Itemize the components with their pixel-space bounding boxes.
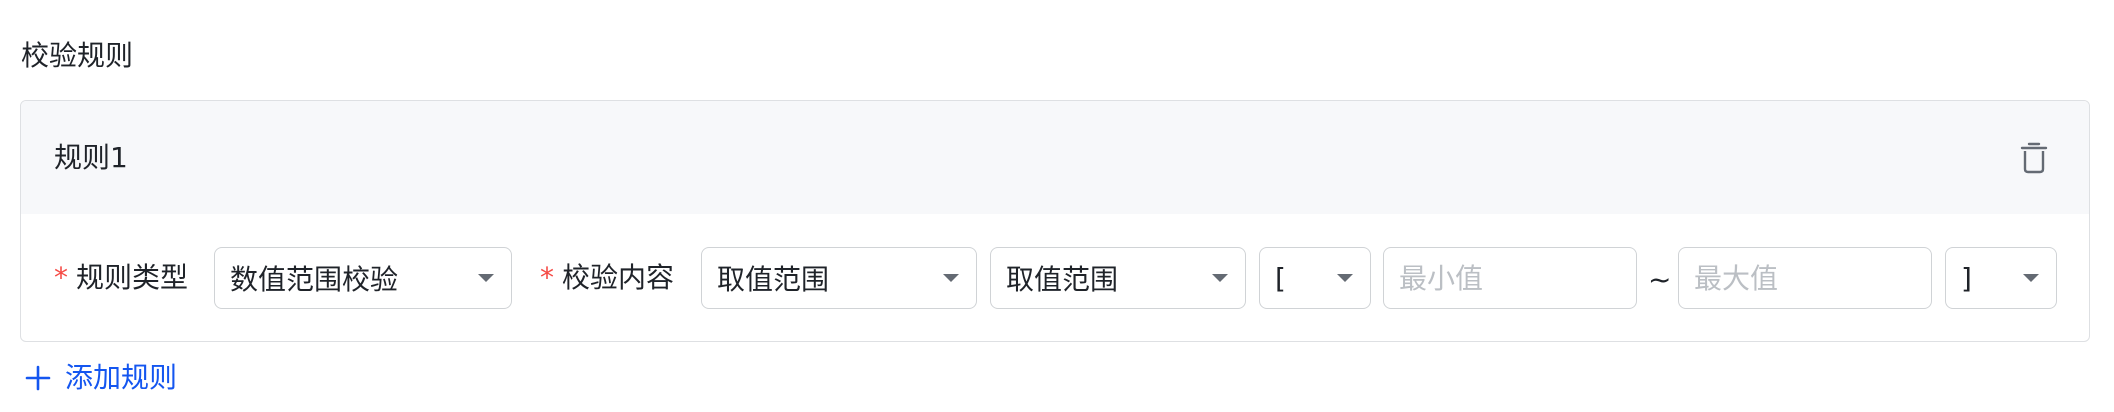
rule-type-value: 数值范围校验: [230, 263, 399, 296]
required-marker: *: [540, 261, 554, 294]
trash-icon: [2020, 142, 2048, 174]
min-value-input[interactable]: [1399, 261, 1636, 295]
rule-header: 规则1: [21, 101, 2089, 214]
caret-down-icon: [1337, 274, 1353, 282]
rule-form-row: *规则类型 数值范围校验 *校验内容 取值范围 取值范围 [ ~ ]: [21, 214, 2089, 341]
right-bracket-value: ]: [1961, 261, 1972, 295]
max-value-input[interactable]: [1694, 261, 1931, 295]
add-rule-label: 添加规则: [65, 361, 178, 394]
rule-type-label: * 规则类型: [54, 261, 189, 294]
max-value-field[interactable]: [1678, 247, 1932, 309]
right-bracket-select[interactable]: ]: [1945, 247, 2057, 309]
caret-down-icon: [1212, 274, 1228, 282]
rule-card: 规则1 * 规则类型 数值范围校验 * 校验内容 取值范围 取值范围 [最小值…: [20, 100, 2090, 342]
add-rule-button[interactable]: 添加规则: [25, 360, 177, 396]
min-value-field[interactable]: [1383, 247, 1637, 309]
left-bracket-value: [: [1275, 261, 1286, 295]
caret-down-icon: [2023, 274, 2039, 282]
caret-down-icon: [478, 274, 494, 282]
section-title: 校验规则: [21, 39, 134, 72]
range-type-select[interactable]: 取值范围: [990, 247, 1246, 309]
range-separator: ~: [1648, 263, 1672, 296]
check-field-select[interactable]: 取值范围: [701, 247, 977, 309]
required-marker: *: [54, 261, 68, 294]
delete-rule-button[interactable]: [2017, 141, 2051, 175]
check-content-label: * 校验内容: [540, 261, 675, 294]
rule-type-select[interactable]: 数值范围校验: [214, 247, 512, 309]
caret-down-icon: [943, 274, 959, 282]
plus-icon: [25, 365, 51, 391]
rule-title: 规则1: [54, 141, 128, 174]
range-type-value: 取值范围: [1006, 263, 1119, 296]
check-field-value: 取值范围: [717, 263, 830, 296]
left-bracket-select[interactable]: [: [1259, 247, 1371, 309]
